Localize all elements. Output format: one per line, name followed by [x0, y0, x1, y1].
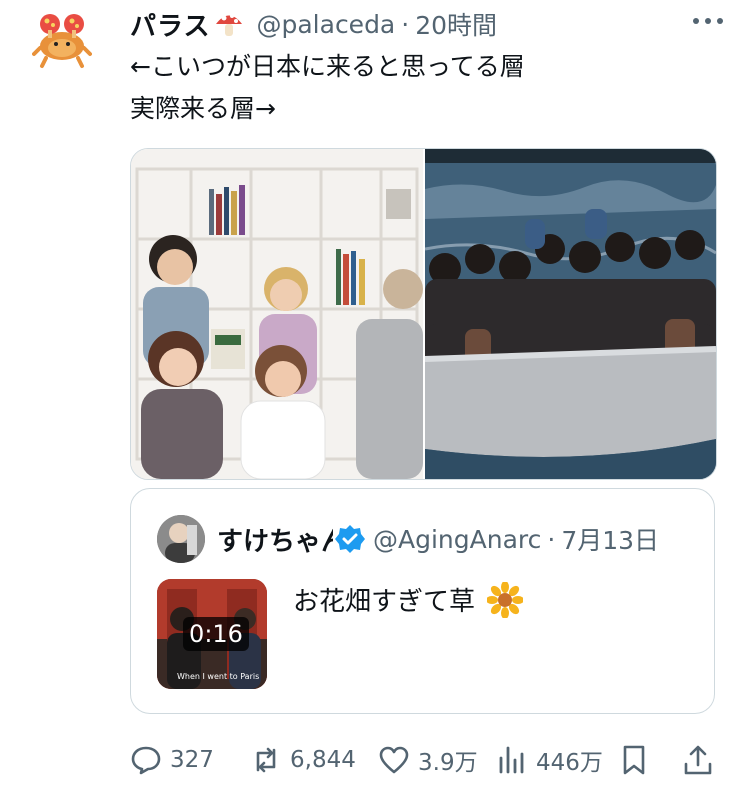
bookmark-icon: [623, 745, 645, 775]
quoted-date[interactable]: 7月13日: [561, 521, 659, 557]
verified-badge-icon: [335, 525, 365, 553]
tweet-text-line1: ←こいつが日本に来ると思ってる層: [130, 52, 525, 81]
quoted-text: お花畑すぎて草: [293, 581, 524, 618]
bookmark-button[interactable]: [618, 740, 650, 780]
like-button[interactable]: 3.9万: [378, 740, 478, 780]
video-caption: When I went to Paris: [177, 672, 260, 681]
quoted-avatar[interactable]: [157, 515, 205, 563]
tweet-text-line2: 実際来る層→: [130, 94, 276, 123]
views-button[interactable]: 446万: [496, 740, 603, 780]
quoted-header: すけちゃん @AgingAnarc · 7月13日: [217, 519, 659, 559]
bookshelf-photo: [131, 149, 423, 479]
tweet-media[interactable]: [130, 148, 717, 480]
separator: ·: [401, 9, 410, 39]
retweet-count: 6,844: [290, 747, 356, 773]
tweet-text: ←こいつが日本に来ると思ってる層 実際来る層→: [130, 46, 525, 130]
quoted-handle[interactable]: @AgingAnarc: [373, 525, 541, 554]
timestamp[interactable]: 20時間: [415, 6, 497, 42]
quoted-tweet[interactable]: すけちゃん @AgingAnarc · 7月13日 0:16 When I we…: [130, 488, 715, 714]
retweet-icon: [256, 747, 276, 773]
handle[interactable]: @palaceda: [256, 10, 395, 39]
boat-photo: [424, 149, 716, 479]
mushroom-icon: [216, 14, 243, 36]
views-count: 446万: [536, 750, 603, 776]
action-bar: 327 6,844 3.9万 446万: [130, 740, 715, 780]
retweet-button[interactable]: 6,844: [250, 740, 356, 780]
quoted-display-name[interactable]: すけちゃん: [217, 521, 333, 558]
tweet-header: パラス @palaceda · 20時間: [130, 6, 730, 42]
quoted-video-thumbnail[interactable]: 0:16 When I went to Paris: [157, 579, 267, 689]
reply-button[interactable]: 327: [130, 740, 214, 780]
reply-count: 327: [170, 747, 214, 773]
quoted-text-content: お花畑すぎて草: [293, 587, 476, 617]
paras-avatar-icon[interactable]: [32, 10, 92, 70]
like-count: 3.9万: [418, 750, 478, 776]
media-image-right[interactable]: [424, 149, 716, 479]
more-icon[interactable]: [690, 14, 726, 28]
share-icon: [684, 745, 712, 775]
like-icon: [379, 746, 409, 774]
display-name[interactable]: パラス: [130, 6, 210, 43]
quoted-separator: ·: [547, 524, 556, 554]
share-button[interactable]: [682, 740, 714, 780]
video-duration: 0:16: [183, 617, 249, 651]
media-image-left[interactable]: [131, 149, 423, 479]
reply-icon: [131, 746, 161, 775]
views-icon: [499, 746, 524, 774]
sunflower-icon: [487, 581, 524, 618]
